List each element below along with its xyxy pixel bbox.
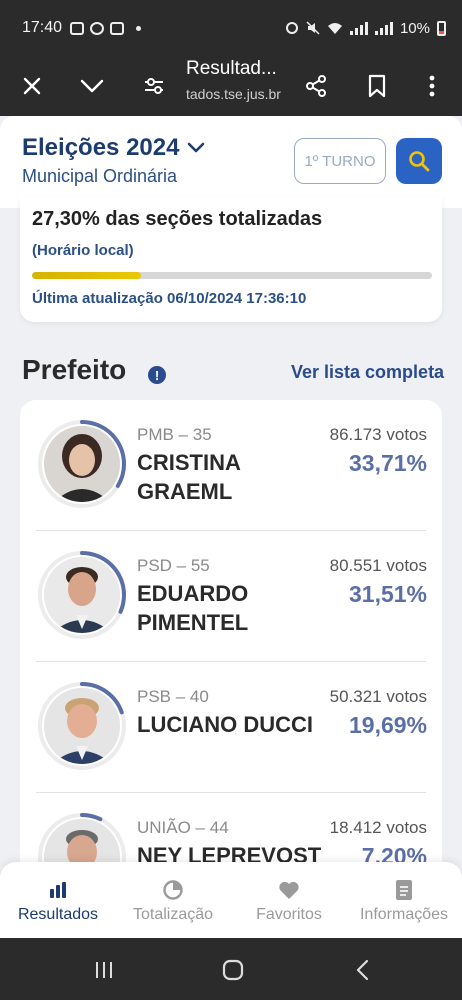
bookmark-button[interactable] — [357, 66, 397, 106]
candidate-name: EDUARDO PIMENTEL — [137, 581, 249, 635]
candidate-percent: 31,51% — [348, 581, 427, 607]
candidate-party: PSB – 40 — [137, 687, 209, 706]
heart-icon — [279, 881, 299, 899]
tab-totalizacao[interactable]: Totalização — [115, 878, 231, 924]
mute-icon — [306, 21, 320, 35]
candidate-photo — [44, 688, 120, 764]
bar-chart-icon — [50, 882, 66, 898]
candidate-votes: 18.412 votos — [329, 818, 427, 837]
battery-icon — [437, 20, 446, 36]
tab-favoritos[interactable]: Favoritos — [231, 878, 347, 924]
tab-informacoes[interactable]: Informações — [346, 878, 462, 924]
totalization-percent: 27,30% das seções totalizadas — [32, 208, 323, 230]
election-subtitle: Municipal Ordinária — [22, 166, 178, 186]
notification-icons — [70, 21, 142, 35]
system-icons: 10% — [285, 20, 446, 37]
search-button[interactable] — [396, 138, 442, 184]
tab-totalizacao-label: Totalização — [132, 906, 214, 923]
signal-icon — [349, 21, 368, 35]
share-button[interactable] — [296, 66, 336, 106]
tab-resultados[interactable]: Resultados — [0, 878, 116, 924]
more-vert-icon — [429, 75, 435, 97]
tune-icon — [145, 78, 163, 94]
recent-apps-icon — [96, 962, 112, 978]
last-update: Última atualização 06/10/2024 17:36:10 — [32, 290, 307, 307]
tab-resultados-label: Resultados — [17, 906, 99, 923]
collapse-button[interactable] — [72, 66, 112, 106]
share-icon — [306, 75, 326, 97]
candidate-name: CRISTINA GRAEML — [137, 450, 241, 504]
system-navigation — [0, 938, 462, 1000]
candidate-votes: 86.173 votos — [329, 425, 427, 444]
search-icon — [409, 151, 430, 172]
candidate-row[interactable]: PMB – 35 CRISTINA GRAEML 86.173 votos 33… — [20, 400, 442, 531]
message-icon — [110, 21, 125, 35]
info-icon[interactable]: ! — [148, 366, 166, 384]
candidate-party: PMB – 35 — [137, 425, 212, 444]
bookmark-icon — [368, 74, 386, 98]
battery-percent: 10% — [399, 19, 430, 37]
tab-favoritos-label: Favoritos — [256, 906, 322, 923]
chevron-down-icon — [188, 142, 205, 153]
status-bar: 17:40 10% — [0, 0, 462, 56]
candidate-party: UNIÃO – 44 — [137, 818, 229, 837]
alarm-icon — [285, 22, 298, 34]
document-icon — [396, 880, 412, 900]
home-button[interactable] — [218, 956, 248, 984]
gallery-icon — [70, 21, 85, 35]
candidates-card: PMB – 35 CRISTINA GRAEML 86.173 votos 33… — [20, 400, 442, 940]
more-notifications-icon — [136, 25, 142, 31]
close-icon — [23, 77, 41, 95]
tab-informacoes-label: Informações — [359, 906, 449, 923]
close-button[interactable] — [12, 66, 52, 106]
chevron-down-icon — [80, 79, 104, 93]
see-full-list-link[interactable]: Ver lista completa — [291, 362, 444, 383]
candidate-party: PSD – 55 — [137, 556, 210, 575]
candidate-percent: 33,71% — [348, 450, 427, 476]
pie-chart-icon — [163, 880, 183, 900]
candidate-row[interactable]: PSD – 55 EDUARDO PIMENTEL 80.551 votos 3… — [20, 531, 442, 662]
recent-apps-button[interactable] — [89, 956, 119, 984]
turno-button[interactable]: 1º TURNO — [294, 138, 386, 184]
candidate-row[interactable]: PSB – 40 LUCIANO DUCCI 50.321 votos 19,6… — [20, 662, 442, 793]
candidate-photo — [44, 426, 120, 502]
home-icon — [222, 959, 244, 981]
totalization-progress-fill — [32, 272, 142, 279]
page-title: Resultad... — [186, 58, 277, 79]
signal-icon-2 — [374, 21, 393, 35]
back-icon — [356, 959, 369, 981]
browser-toolbar: Resultad... tados.tse.jus.br — [0, 56, 462, 116]
more-options-button[interactable] — [412, 66, 452, 106]
app-header: Eleições 2024 Municipal Ordinária 1º TUR… — [0, 116, 462, 208]
election-title: Eleições 2024 — [22, 134, 180, 161]
local-time-note: (Horário local) — [32, 242, 134, 259]
page-url[interactable]: tados.tse.jus.br — [186, 86, 281, 102]
candidate-name: LUCIANO DUCCI — [137, 712, 313, 737]
section-title: Prefeito — [22, 354, 127, 385]
bottom-navigation: Resultados Totalização Favoritos Informa… — [0, 862, 462, 938]
status-time: 17:40 — [22, 19, 63, 36]
candidate-photo — [44, 557, 120, 633]
back-button[interactable] — [348, 956, 378, 984]
totalization-progress-bar — [32, 272, 432, 279]
candidate-votes: 80.551 votos — [329, 556, 427, 575]
totalization-card: 27,30% das seções totalizadas (Horário l… — [20, 196, 442, 322]
site-settings-button[interactable] — [134, 66, 174, 106]
candidate-votes: 50.321 votos — [329, 687, 427, 706]
whatsapp-icon — [90, 21, 105, 35]
election-selector[interactable]: Eleições 2024 — [22, 134, 205, 162]
candidate-percent: 19,69% — [348, 712, 427, 738]
wifi-icon — [327, 22, 342, 34]
